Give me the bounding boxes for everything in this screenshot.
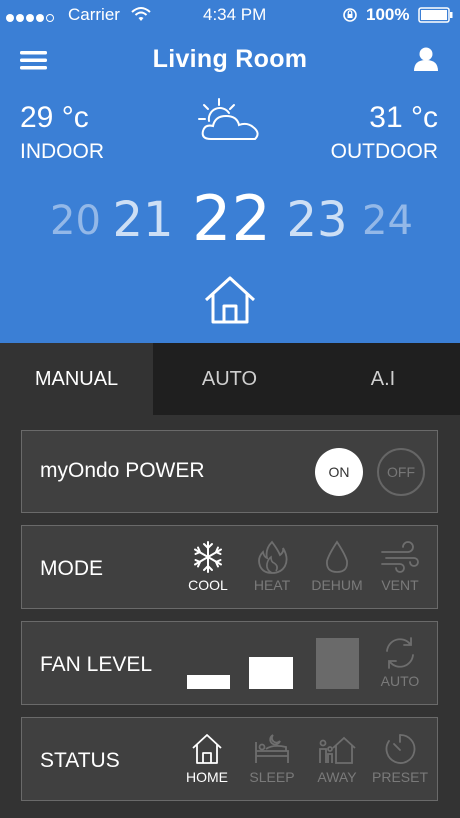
status-away-label: AWAY	[317, 769, 357, 785]
setpoint-option[interactable]: 23	[286, 192, 348, 248]
fan-level-3-button[interactable]	[316, 638, 359, 689]
wind-icon	[381, 541, 419, 573]
setpoint-selected[interactable]: 22	[192, 182, 271, 255]
snowflake-icon	[194, 541, 222, 573]
bed-icon	[255, 734, 289, 763]
mode-cool-label: COOL	[188, 577, 228, 593]
timer-icon	[385, 734, 416, 764]
water-drop-icon	[326, 540, 348, 573]
fan-panel: FAN LEVEL AUTO	[21, 621, 438, 705]
wifi-icon	[131, 7, 151, 21]
power-panel: myOndo POWER ON OFF	[21, 430, 438, 513]
mode-title: MODE	[40, 557, 103, 580]
away-family-icon	[319, 736, 356, 764]
indoor-temperature-unit: °c	[61, 101, 89, 134]
home-icon	[192, 734, 222, 764]
page-title: Living Room	[152, 45, 308, 73]
indoor-temperature: 29 °c	[20, 101, 89, 135]
tab-ai[interactable]: A.I	[306, 343, 460, 415]
mode-dehum-option[interactable]: DEHUM	[309, 540, 365, 593]
mode-heat-label: HEAT	[253, 577, 291, 593]
indoor-temperature-value: 29	[20, 101, 54, 134]
status-home-option[interactable]: HOME	[179, 732, 235, 785]
mode-vent-label: VENT	[381, 577, 419, 593]
setpoint-option[interactable]: 24	[362, 198, 413, 244]
rotation-lock-icon	[343, 8, 357, 22]
status-away-option[interactable]: AWAY	[309, 732, 365, 785]
status-sleep-option[interactable]: SLEEP	[244, 732, 300, 785]
indoor-label: INDOOR	[20, 140, 104, 163]
status-sleep-label: SLEEP	[249, 769, 295, 785]
header-area: Carrier 4:34 PM 100% Living Room 29 °c I…	[0, 0, 460, 343]
refresh-icon	[386, 637, 414, 669]
power-title: myOndo POWER	[40, 459, 205, 482]
partly-cloudy-icon	[198, 98, 259, 140]
status-title: STATUS	[40, 749, 120, 772]
outdoor-temperature-unit: °c	[411, 101, 438, 134]
fan-level-1-button[interactable]	[187, 675, 230, 689]
user-icon[interactable]	[413, 46, 439, 72]
outdoor-label: OUTDOOR	[330, 140, 438, 163]
fan-auto-option[interactable]: AUTO	[372, 636, 428, 689]
setpoint-option[interactable]: 21	[112, 192, 174, 248]
outdoor-temperature-value: 31	[369, 101, 403, 134]
outdoor-temperature: 31 °c	[300, 101, 438, 135]
mode-panel: MODE COOL HEAT DEHUM VENT	[21, 525, 438, 609]
carrier-label: Carrier	[68, 5, 120, 24]
battery-percent: 100%	[366, 5, 410, 24]
status-panel: STATUS HOME SLEEP AWAY PRESET	[21, 717, 438, 801]
mode-dehum-label: DEHUM	[311, 577, 363, 593]
setpoint-option[interactable]: 20	[50, 198, 101, 244]
status-preset-label: PRESET	[372, 769, 429, 785]
power-off-button[interactable]: OFF	[377, 448, 425, 496]
clock-label: 4:34 PM	[203, 5, 267, 24]
tab-auto[interactable]: AUTO	[153, 343, 306, 415]
mode-heat-option[interactable]: HEAT	[244, 540, 300, 593]
fan-auto-label: AUTO	[380, 673, 420, 689]
battery-icon	[418, 7, 453, 23]
mode-vent-option[interactable]: VENT	[372, 540, 428, 593]
power-on-button[interactable]: ON	[315, 448, 363, 496]
fan-level-2-button[interactable]	[249, 657, 293, 689]
flame-icon	[258, 540, 288, 574]
status-home-label: HOME	[186, 769, 228, 785]
mode-cool-option[interactable]: COOL	[180, 540, 236, 593]
status-preset-option[interactable]: PRESET	[372, 732, 428, 785]
signal-strength-icon	[6, 9, 56, 27]
tab-bar: MANUAL AUTO A.I	[0, 343, 460, 415]
tab-manual[interactable]: MANUAL	[0, 343, 153, 415]
fan-title: FAN LEVEL	[40, 653, 153, 676]
home-icon[interactable]	[203, 275, 257, 325]
